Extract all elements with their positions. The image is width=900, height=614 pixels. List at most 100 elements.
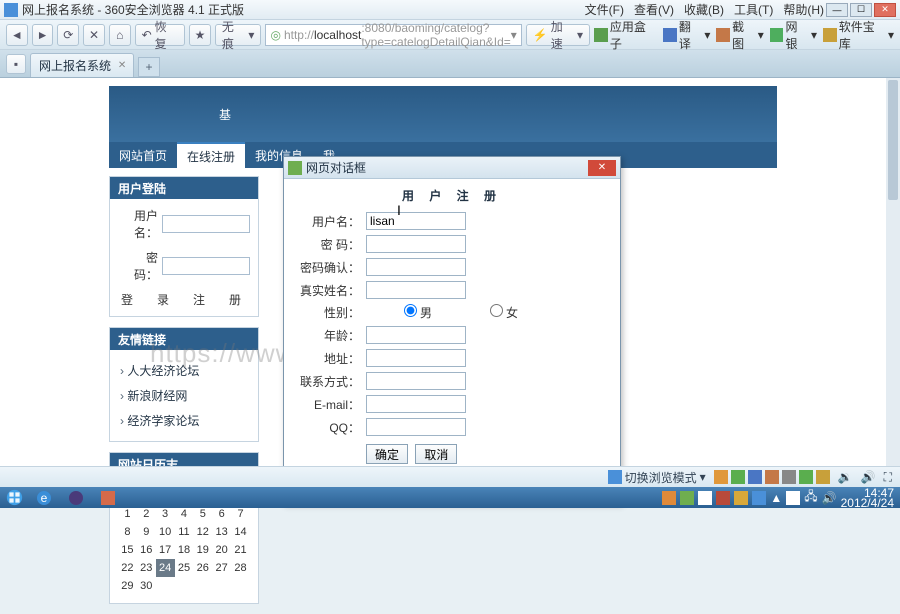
render-mode-toggle[interactable]: 切换浏览模式▾: [608, 469, 706, 486]
tray-icon-2[interactable]: [680, 491, 694, 505]
reload-button[interactable]: ⟳: [57, 24, 79, 46]
softstore-tool[interactable]: 软件宝库▾: [823, 18, 894, 52]
nav-register[interactable]: 在线注册: [177, 142, 245, 168]
window-maximize[interactable]: [850, 3, 872, 17]
tray-volume-icon[interactable]: 🔊: [822, 491, 837, 505]
cal-day[interactable]: 17: [156, 541, 175, 559]
input-confirm[interactable]: [366, 258, 466, 276]
translate-tool[interactable]: 翻译▾: [663, 18, 710, 52]
input-email[interactable]: [366, 395, 466, 413]
status-icon-3[interactable]: [748, 470, 762, 484]
dialog-cancel-button[interactable]: 取消: [415, 444, 457, 464]
cal-day[interactable]: 12: [193, 523, 212, 541]
tray-up-icon[interactable]: ▲: [770, 491, 782, 505]
friend-link-1[interactable]: 新浪财经网: [118, 383, 250, 408]
status-icon-7[interactable]: [816, 470, 830, 484]
nav-home[interactable]: 网站首页: [109, 142, 177, 168]
zoom-out-icon[interactable]: 🔉: [838, 470, 853, 484]
zoom-in-icon[interactable]: 🔊: [861, 470, 876, 484]
status-icon-6[interactable]: [799, 470, 813, 484]
tray-flag-icon[interactable]: [786, 491, 800, 505]
tab-list-button[interactable]: ▪: [6, 54, 26, 74]
window-close[interactable]: [874, 3, 896, 17]
cal-day[interactable]: 21: [231, 541, 250, 559]
cal-day[interactable]: 30: [137, 577, 156, 595]
restore-button[interactable]: ↶恢复: [135, 24, 186, 46]
tray-icon-5[interactable]: [734, 491, 748, 505]
forward-button[interactable]: ►: [32, 24, 54, 46]
cal-day[interactable]: 15: [118, 541, 137, 559]
friend-link-2[interactable]: 经济学家论坛: [118, 408, 250, 433]
menu-tools[interactable]: 工具(T): [734, 1, 773, 18]
radio-female-label[interactable]: 女: [452, 304, 518, 321]
status-icon-5[interactable]: [782, 470, 796, 484]
tray-network-icon[interactable]: 🖧: [804, 487, 817, 508]
menu-help[interactable]: 帮助(H): [783, 1, 824, 18]
status-icon-1[interactable]: [714, 470, 728, 484]
address-bar[interactable]: ◎ http:// localhost :8080/baoming/catelo…: [265, 24, 521, 46]
vertical-scrollbar[interactable]: [886, 78, 900, 487]
input-addr[interactable]: [366, 349, 466, 367]
star-button[interactable]: ★: [189, 24, 211, 46]
radio-male[interactable]: [404, 304, 417, 317]
scrollbar-thumb[interactable]: [888, 80, 898, 200]
task-app[interactable]: [92, 487, 124, 508]
task-eclipse[interactable]: [60, 487, 92, 508]
cal-day[interactable]: 13: [212, 523, 231, 541]
start-button[interactable]: [0, 487, 28, 508]
tray-icon-3[interactable]: [698, 491, 712, 505]
accel-button[interactable]: ⚡加速▾: [526, 24, 590, 46]
dialog-ok-button[interactable]: 确定: [366, 444, 408, 464]
tray-icon-4[interactable]: [716, 491, 730, 505]
input-qq[interactable]: [366, 418, 466, 436]
new-tab-button[interactable]: +: [138, 57, 160, 77]
home-button[interactable]: ⌂: [109, 24, 131, 46]
cal-day[interactable]: 16: [137, 541, 156, 559]
cal-day[interactable]: 23: [137, 559, 156, 577]
menu-file[interactable]: 文件(F): [585, 1, 624, 18]
input-contact[interactable]: [366, 372, 466, 390]
register-button[interactable]: 注 册: [193, 293, 247, 307]
back-button[interactable]: ◄: [6, 24, 28, 46]
private-button[interactable]: 无痕▾: [215, 24, 262, 46]
task-ie[interactable]: e: [28, 487, 60, 508]
login-button[interactable]: 登 录: [121, 293, 175, 307]
cal-day[interactable]: 25: [175, 559, 194, 577]
radio-female[interactable]: [490, 304, 503, 317]
taskbar-clock[interactable]: 14:47 2012/4/24: [841, 488, 894, 508]
cal-day[interactable]: 20: [212, 541, 231, 559]
cal-day[interactable]: 18: [175, 541, 194, 559]
status-icon-2[interactable]: [731, 470, 745, 484]
menu-view[interactable]: 查看(V): [634, 1, 674, 18]
cal-day[interactable]: 10: [156, 523, 175, 541]
cal-day[interactable]: 26: [193, 559, 212, 577]
bank-tool[interactable]: 网银▾: [770, 18, 817, 52]
radio-male-label[interactable]: 男: [366, 304, 432, 321]
cal-day[interactable]: 9: [137, 523, 156, 541]
status-icon-4[interactable]: [765, 470, 779, 484]
input-username[interactable]: [366, 212, 466, 230]
url-dropdown-icon[interactable]: ▾: [511, 28, 517, 42]
login-user-input[interactable]: [162, 215, 250, 233]
window-minimize[interactable]: [826, 3, 848, 17]
cal-day[interactable]: 14: [231, 523, 250, 541]
cal-day[interactable]: 24: [156, 559, 175, 577]
tray-icon-6[interactable]: [752, 491, 766, 505]
tab-close-icon[interactable]: [115, 58, 129, 72]
cal-day[interactable]: 11: [175, 523, 194, 541]
screenshot-tool[interactable]: 截图▾: [716, 18, 763, 52]
tab-main[interactable]: 网上报名系统: [30, 53, 134, 77]
friend-link-0[interactable]: 人大经济论坛: [118, 358, 250, 383]
input-password[interactable]: [366, 235, 466, 253]
cal-day[interactable]: 8: [118, 523, 137, 541]
fullscreen-icon[interactable]: ⛶: [884, 470, 892, 485]
cal-day[interactable]: 29: [118, 577, 137, 595]
dialog-close-icon[interactable]: ✕: [588, 160, 616, 176]
stop-button[interactable]: ✕: [83, 24, 105, 46]
cal-day[interactable]: 22: [118, 559, 137, 577]
input-age[interactable]: [366, 326, 466, 344]
tray-icon-1[interactable]: [662, 491, 676, 505]
menu-fav[interactable]: 收藏(B): [684, 1, 724, 18]
login-pass-input[interactable]: [162, 257, 250, 275]
dialog-titlebar[interactable]: 网页对话框 ✕: [284, 157, 620, 179]
